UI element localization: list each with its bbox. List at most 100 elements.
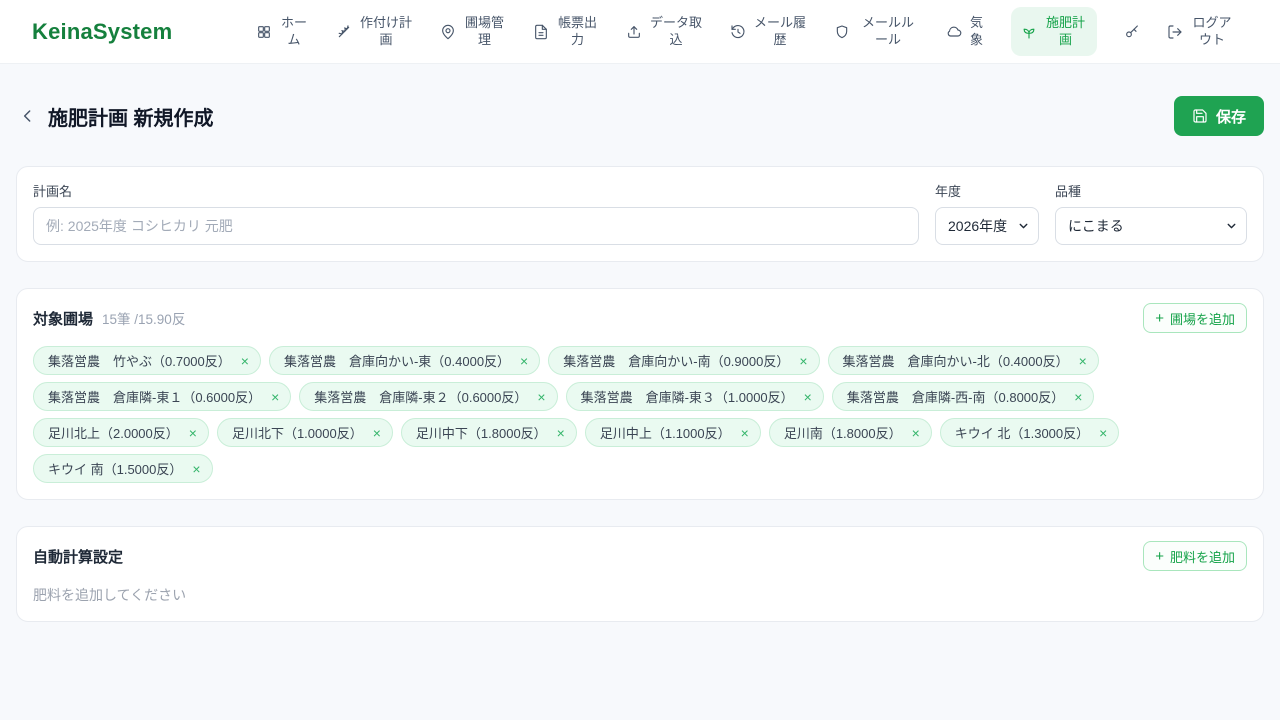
field-tag-label: 足川北上（2.0000反） bbox=[48, 426, 179, 441]
remove-field-button[interactable]: × bbox=[537, 390, 545, 404]
field-tag-label: 足川南（1.8000反） bbox=[783, 426, 902, 441]
fertilizer-empty-message: 肥料を追加してください bbox=[33, 587, 187, 603]
add-field-button-label: 圃場を追加 bbox=[1169, 311, 1235, 327]
remove-field-button[interactable]: × bbox=[799, 354, 807, 368]
auto-calculation-title: 自動計算設定 bbox=[33, 548, 124, 566]
field-tag-label: 集落営農 竹やぶ（0.7000反） bbox=[48, 354, 231, 369]
remove-field-button[interactable]: × bbox=[241, 354, 249, 368]
target-fields-card: 対象圃場 15筆 /15.90反 + 圃場を追加 集落営農 竹やぶ（0.7000… bbox=[16, 288, 1264, 500]
upload-icon bbox=[626, 24, 642, 40]
logout-icon bbox=[1167, 24, 1183, 40]
nav-item-mail-rules[interactable]: メールルール bbox=[834, 15, 919, 49]
main-content: 施肥計画 新規作成 保存 計画名 年度 2026年度 bbox=[0, 96, 1280, 622]
nav-item-planting-plan[interactable]: 作付け計画 bbox=[336, 15, 413, 49]
field-tag-label: 足川中上（1.1000反） bbox=[599, 426, 731, 441]
nav-item-data-import[interactable]: データ取込 bbox=[626, 15, 703, 49]
field-tag: 足川北上（2.0000反） × bbox=[33, 418, 209, 447]
plan-name-input[interactable] bbox=[33, 207, 919, 245]
target-fields-title: 対象圃場 bbox=[33, 310, 94, 328]
nav-item-label: 帳票出力 bbox=[557, 14, 597, 47]
field-tag-label: キウイ 北（1.3000反） bbox=[954, 426, 1090, 441]
add-field-button[interactable]: + 圃場を追加 bbox=[1143, 303, 1247, 333]
field-tag-label: 集落営農 倉庫隣-東１（0.6000反） bbox=[48, 390, 262, 405]
page-title: 施肥計画 新規作成 bbox=[48, 107, 214, 130]
variety-select[interactable]: にこまる bbox=[1055, 207, 1247, 245]
field-tag: 足川南（1.8000反） × bbox=[768, 418, 932, 447]
nav-item-label: 施肥計画 bbox=[1045, 14, 1085, 47]
chevron-left-icon bbox=[18, 106, 38, 126]
field-tag: 集落営農 倉庫向かい-南（0.9000反） × bbox=[548, 346, 820, 375]
nav-item-report-output[interactable]: 帳票出力 bbox=[533, 15, 599, 49]
nav-item-label: データ取込 bbox=[649, 14, 702, 47]
nav-item-label: 気象 bbox=[969, 14, 983, 47]
plus-icon: + bbox=[1155, 309, 1164, 327]
auto-calculation-card: 自動計算設定 + 肥料を追加 肥料を追加してください bbox=[16, 526, 1264, 622]
back-button[interactable] bbox=[16, 104, 40, 128]
history-icon bbox=[730, 24, 746, 40]
field-tag: 集落営農 倉庫隣-西-南（0.8000反） × bbox=[831, 382, 1095, 411]
remove-field-button[interactable]: × bbox=[1074, 390, 1082, 404]
nav-item-label: メール履歴 bbox=[753, 14, 806, 47]
field-tag: 足川北下（1.0000反） × bbox=[216, 418, 393, 447]
add-fertilizer-button[interactable]: + 肥料を追加 bbox=[1143, 541, 1247, 571]
field-tag-list: 集落営農 竹やぶ（0.7000反） × 集落営農 倉庫向かい-東（0.4000反）… bbox=[33, 346, 1247, 483]
field-tag-label: 足川中下（1.8000反） bbox=[415, 426, 547, 441]
nav-item-label: ホーム bbox=[280, 14, 307, 47]
save-button-label: 保存 bbox=[1215, 108, 1246, 126]
nav-item-field-management[interactable]: 圃場管理 bbox=[440, 15, 506, 49]
remove-field-button[interactable]: × bbox=[271, 390, 279, 404]
page-header: 施肥計画 新規作成 保存 bbox=[16, 96, 1264, 136]
plan-name-label: 計画名 bbox=[33, 184, 73, 199]
field-tag: 集落営農 倉庫隣-東３（1.0000反） × bbox=[565, 382, 824, 411]
year-select[interactable]: 2026年度 bbox=[935, 207, 1039, 245]
remove-field-button[interactable]: × bbox=[189, 426, 197, 440]
field-tag: 足川中下（1.8000反） × bbox=[400, 418, 577, 447]
nav-item-mail-history[interactable]: メール履歴 bbox=[730, 15, 807, 49]
field-tag-label: 集落営農 倉庫向かい-東（0.4000反） bbox=[283, 354, 511, 369]
field-tag-label: 足川北下（1.0000反） bbox=[231, 426, 363, 441]
key-icon bbox=[1124, 24, 1140, 40]
field-tag: キウイ 南（1.5000反） × bbox=[33, 454, 213, 483]
remove-field-button[interactable]: × bbox=[741, 426, 749, 440]
sprout-icon bbox=[1021, 24, 1037, 40]
field-tag-label: 集落営農 倉庫隣-東２（0.6000反） bbox=[314, 390, 528, 405]
remove-field-button[interactable]: × bbox=[1079, 354, 1087, 368]
remove-field-button[interactable]: × bbox=[373, 426, 381, 440]
field-tag-label: 集落営農 倉庫隣-東３（1.0000反） bbox=[580, 390, 794, 405]
add-fertilizer-button-label: 肥料を追加 bbox=[1169, 549, 1235, 565]
field-tag: 集落営農 倉庫隣-東１（0.6000反） × bbox=[33, 382, 292, 411]
field-tag-label: 集落営農 倉庫隣-西-南（0.8000反） bbox=[846, 390, 1065, 405]
save-button[interactable]: 保存 bbox=[1173, 96, 1264, 136]
plus-icon: + bbox=[1155, 547, 1164, 565]
nav-item-home[interactable]: ホーム bbox=[256, 15, 309, 49]
field-tag: 足川中上（1.1000反） × bbox=[584, 418, 761, 447]
cloud-icon bbox=[946, 24, 962, 40]
remove-field-button[interactable]: × bbox=[1099, 426, 1107, 440]
document-icon bbox=[533, 24, 549, 40]
variety-label: 品種 bbox=[1055, 184, 1082, 199]
remove-field-button[interactable]: × bbox=[804, 390, 812, 404]
grid-icon bbox=[256, 24, 272, 40]
shield-icon bbox=[834, 24, 850, 40]
top-navbar: KeinaSystem ホーム 作付け計画 圃場管理 帳票出力 データ取込 メー… bbox=[0, 0, 1280, 64]
plan-basics-card: 計画名 年度 2026年度 品種 にこまる bbox=[16, 166, 1264, 262]
nav-item-label: 圃場管理 bbox=[464, 14, 504, 47]
save-icon bbox=[1192, 108, 1208, 124]
remove-field-button[interactable]: × bbox=[557, 426, 565, 440]
field-tag-label: キウイ 南（1.5000反） bbox=[48, 462, 183, 477]
field-tag-label: 集落営農 倉庫向かい-南（0.9000反） bbox=[563, 354, 790, 369]
nav-item-logout[interactable]: ログアウト bbox=[1167, 15, 1234, 49]
remove-field-button[interactable]: × bbox=[912, 426, 920, 440]
nav-menu: ホーム 作付け計画 圃場管理 帳票出力 データ取込 メール履歴 メールルール 気… bbox=[256, 6, 1248, 57]
field-tag: 集落営農 倉庫向かい-東（0.4000反） × bbox=[268, 346, 541, 375]
remove-field-button[interactable]: × bbox=[192, 462, 200, 476]
nav-item-fertilization-plan[interactable]: 施肥計画 bbox=[1011, 6, 1097, 57]
nav-item-label: 作付け計画 bbox=[359, 14, 412, 47]
remove-field-button[interactable]: × bbox=[520, 354, 528, 368]
field-tag: 集落営農 倉庫向かい-北（0.4000反） × bbox=[827, 346, 1099, 375]
year-label: 年度 bbox=[935, 184, 962, 199]
brand-logo[interactable]: KeinaSystem bbox=[32, 19, 172, 45]
nav-item-weather[interactable]: 気象 bbox=[946, 15, 984, 49]
nav-item-password[interactable] bbox=[1124, 24, 1140, 40]
nav-item-label: メールルール bbox=[861, 14, 914, 47]
